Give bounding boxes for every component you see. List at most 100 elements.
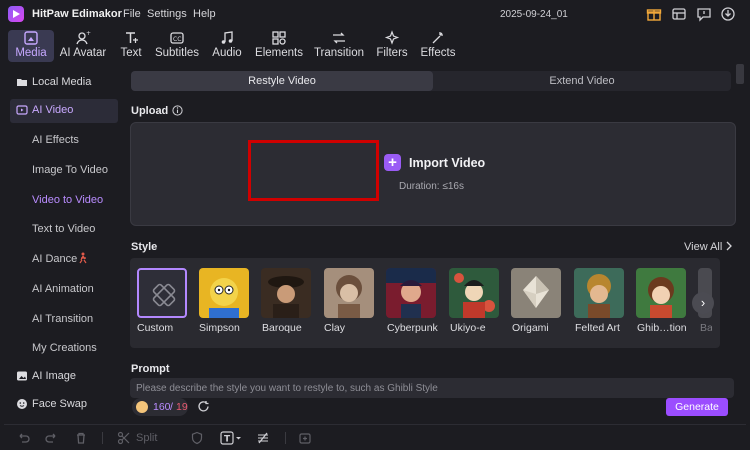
sidebar-sub-ai-animation[interactable]: AI Animation xyxy=(32,283,94,295)
import-plus-icon[interactable]: + xyxy=(384,154,401,171)
style-thumb-simpson[interactable] xyxy=(199,268,249,318)
origami-preview xyxy=(511,268,561,318)
style-thumb-clay[interactable] xyxy=(324,268,374,318)
app-logo-icon xyxy=(8,6,24,22)
split-button[interactable]: Split xyxy=(136,432,157,444)
sidebar-item-local-media[interactable]: Local Media xyxy=(10,71,118,95)
sidebar-item-ai-video[interactable]: AI Video xyxy=(10,99,118,123)
add-track-icon[interactable] xyxy=(298,431,312,445)
audio-icon xyxy=(219,30,235,46)
info-icon[interactable] xyxy=(172,105,183,116)
menu-file[interactable]: File xyxy=(123,8,141,20)
sidebar-item-face-swap[interactable]: Face Swap xyxy=(10,393,118,417)
tab-audio-label: Audio xyxy=(212,47,242,59)
tab-audio[interactable]: Audio xyxy=(210,30,244,62)
style-thumb-felted-art[interactable] xyxy=(574,268,624,318)
sidebar-sub-text-to-video[interactable]: Text to Video xyxy=(32,223,95,235)
tab-effects-label: Effects xyxy=(420,47,456,59)
scrollbar-thumb[interactable] xyxy=(736,64,744,84)
tab-filters[interactable]: Filters xyxy=(374,30,410,62)
style-thumb-ukiyo-e[interactable] xyxy=(449,268,499,318)
tab-restyle-video[interactable]: Restyle Video xyxy=(131,71,433,91)
title-bar: HitPaw Edimakor File Settings Help 2025-… xyxy=(0,0,750,28)
sidebar-sub-image-to-video[interactable]: Image To Video xyxy=(32,164,108,176)
folder-icon xyxy=(16,76,28,88)
ukiyo-e-preview xyxy=(449,268,499,318)
duration-hint: Duration: ≤16s xyxy=(399,181,464,192)
style-thumb-cyberpunk[interactable] xyxy=(386,268,436,318)
tab-subtitles[interactable]: CC Subtitles xyxy=(154,30,200,62)
download-icon[interactable] xyxy=(720,6,736,22)
face-swap-icon xyxy=(16,398,28,410)
tab-text-label: Text xyxy=(120,47,142,59)
menu-settings[interactable]: Settings xyxy=(147,8,187,20)
sidebar-item-label: AI Image xyxy=(32,370,77,382)
redo-icon[interactable] xyxy=(45,431,59,445)
feedback-icon[interactable] xyxy=(696,6,712,22)
sidebar-item-ai-image[interactable]: AI Image xyxy=(10,365,118,389)
scissors-icon[interactable] xyxy=(117,431,131,445)
toolbar-divider xyxy=(4,424,746,425)
gift-icon[interactable] xyxy=(646,6,662,22)
shield-icon[interactable] xyxy=(190,431,204,445)
tab-media[interactable]: Media xyxy=(8,30,54,62)
style-thumb-origami[interactable] xyxy=(511,268,561,318)
app-name: HitPaw Edimakor xyxy=(32,8,122,20)
tab-extend-video[interactable]: Extend Video xyxy=(433,71,731,91)
refresh-icon[interactable] xyxy=(197,400,210,413)
tab-transition[interactable]: Transition xyxy=(313,30,365,62)
style-label-ukiyo-e: Ukiyo-e xyxy=(450,322,486,334)
menu-help[interactable]: Help xyxy=(193,8,216,20)
sidebar-sub-my-creations[interactable]: My Creations xyxy=(32,342,97,354)
upload-dropzone[interactable] xyxy=(130,122,736,226)
tab-subtitles-label: Subtitles xyxy=(154,47,200,59)
cyberpunk-preview xyxy=(386,268,436,318)
delete-icon[interactable] xyxy=(74,431,88,445)
text-style-dropdown-icon[interactable]: T xyxy=(220,431,242,445)
prompt-label: Prompt xyxy=(131,363,170,375)
tab-ai-avatar[interactable]: + AI Avatar xyxy=(58,30,108,62)
sidebar-item-label: Local Media xyxy=(32,76,92,88)
bottom-toolbar: Split T xyxy=(0,424,750,450)
style-label-felted-art: Felted Art xyxy=(575,322,620,334)
felted-art-preview xyxy=(574,268,624,318)
sidebar-sub-video-to-video[interactable]: Video to Video xyxy=(32,194,103,206)
elements-icon xyxy=(271,30,287,46)
tab-effects[interactable]: Effects xyxy=(419,30,457,62)
prompt-input[interactable] xyxy=(130,378,734,398)
tab-filters-label: Filters xyxy=(376,47,408,59)
style-label-origami: Origami xyxy=(512,322,549,334)
credits-used: 160 xyxy=(153,401,171,413)
sidebar: Local Media AI Video AI Effects Image To… xyxy=(0,64,124,424)
style-thumb-custom[interactable] xyxy=(137,268,187,318)
undo-icon[interactable] xyxy=(16,431,30,445)
text-icon xyxy=(123,30,139,46)
sidebar-sub-ai-dance[interactable]: AI Dance xyxy=(32,253,77,265)
tab-elements-label: Elements xyxy=(255,47,303,59)
tab-elements[interactable]: Elements xyxy=(254,30,304,62)
style-label-custom: Custom xyxy=(137,322,174,334)
svg-text:+: + xyxy=(86,30,91,37)
style-label-baroque: Baroque xyxy=(262,322,302,334)
ai-avatar-icon: + xyxy=(75,30,91,46)
layout-icon[interactable] xyxy=(671,6,687,22)
view-all-link[interactable]: View All xyxy=(684,241,722,253)
credits-total: 19 xyxy=(176,401,188,413)
baroque-preview xyxy=(261,268,311,318)
chevron-right-icon[interactable] xyxy=(724,240,734,252)
style-thumb-baroque[interactable] xyxy=(261,268,311,318)
generate-button[interactable]: Generate xyxy=(666,398,728,416)
remove-gaps-icon[interactable] xyxy=(256,431,270,445)
tab-text[interactable]: Text xyxy=(116,30,146,62)
subtitles-icon: CC xyxy=(169,30,185,46)
sidebar-sub-ai-effects[interactable]: AI Effects xyxy=(32,134,79,146)
style-thumb-ghibli[interactable] xyxy=(636,268,686,318)
coin-icon xyxy=(136,401,148,413)
credits-separator: / xyxy=(170,401,173,413)
main-panel: Restyle Video Extend Video Upload + Impo… xyxy=(124,64,750,420)
style-label-bar: Bar xyxy=(700,322,712,334)
style-label-ghibli: Ghib…tion xyxy=(637,322,687,334)
import-video-button[interactable]: Import Video xyxy=(409,156,485,170)
gallery-next-button[interactable]: › xyxy=(692,292,714,314)
sidebar-sub-ai-transition[interactable]: AI Transition xyxy=(32,313,93,325)
